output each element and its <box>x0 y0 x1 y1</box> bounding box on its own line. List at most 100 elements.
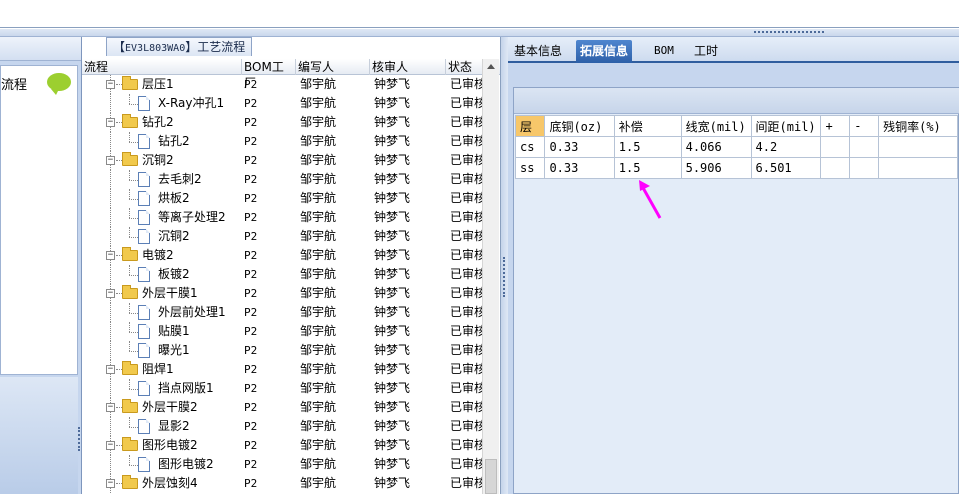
col-header-checker[interactable]: 核审人 <box>370 59 446 75</box>
tree-step-row[interactable]: 图形电镀2 P2 邹宇航 钟梦飞 已审核 <box>82 455 482 474</box>
grid-col-residual-copper[interactable]: 残铜率(%) <box>878 115 958 137</box>
detail-tabs: 基本信息 拓展信息 BOM 工时 <box>508 31 959 63</box>
grid-col-layer[interactable]: 层 <box>514 115 546 137</box>
document-icon <box>138 172 150 187</box>
tree-folder-row[interactable]: − 沉铜2 P2 邹宇航 钟梦飞 已审核 <box>82 151 482 170</box>
document-icon <box>138 210 150 225</box>
scroll-up-arrow-icon[interactable] <box>487 64 495 69</box>
col-header-bom[interactable]: BOM工厂 <box>242 59 296 90</box>
main-splitter[interactable] <box>500 37 508 494</box>
tree-folder-row[interactable]: − 外层干膜2 P2 邹宇航 钟梦飞 已审核 <box>82 398 482 417</box>
left-splitter-grip[interactable] <box>78 427 81 451</box>
tree-cell-state: 已审核 <box>450 115 482 129</box>
tree-guide-line <box>129 170 130 180</box>
scroll-thumb[interactable] <box>485 459 497 494</box>
tree-cell-bom: P2 <box>244 477 258 490</box>
grid-col-minus[interactable]: - <box>849 115 880 137</box>
grid-cell[interactable]: 5.906 <box>680 157 752 179</box>
tree-step-row[interactable]: 挡点网版1 P2 邹宇航 钟梦飞 已审核 <box>82 379 482 398</box>
collapse-toggle-icon[interactable]: − <box>106 365 115 374</box>
splitter-grip[interactable] <box>503 257 506 297</box>
tree-cell-checker: 钟梦飞 <box>374 77 411 91</box>
tree-cell-checker: 钟梦飞 <box>374 286 411 300</box>
tree-step-row[interactable]: 等离子处理2 P2 邹宇航 钟梦飞 已审核 <box>82 208 482 227</box>
tab-basic-info[interactable]: 基本信息 <box>510 40 566 63</box>
pointer-arrow-icon <box>639 180 662 219</box>
collapse-toggle-icon[interactable]: − <box>106 441 115 450</box>
tree-node-label: 挡点网版1 <box>158 381 214 395</box>
process-flow-tab[interactable]: 【EV3L803WA0】工艺流程 <box>106 37 253 56</box>
tree-cell-checker: 钟梦飞 <box>374 457 411 471</box>
tree-step-row[interactable]: 沉铜2 P2 邹宇航 钟梦飞 已审核 <box>82 227 482 246</box>
tree-node-label: 烘板2 <box>158 191 190 205</box>
grid-cell[interactable]: 4.2 <box>750 136 822 158</box>
tree-step-row[interactable]: 外层前处理1 P2 邹宇航 钟梦飞 已审核 <box>82 303 482 322</box>
collapse-toggle-icon[interactable]: − <box>106 156 115 165</box>
grid-cell[interactable]: ss <box>514 157 546 179</box>
tree-scrollbar[interactable] <box>482 59 499 494</box>
grid-cell[interactable] <box>878 157 958 179</box>
grid-cell[interactable]: 0.33 <box>544 157 615 179</box>
collapse-toggle-icon[interactable]: − <box>106 80 115 89</box>
grid-cell[interactable]: 1.5 <box>613 157 682 179</box>
tree-step-row[interactable]: 贴膜1 P2 邹宇航 钟梦飞 已审核 <box>82 322 482 341</box>
tree-cell-state: 已审核 <box>450 400 482 414</box>
collapse-toggle-icon[interactable]: − <box>106 479 115 488</box>
tree-folder-row[interactable]: − 阻焊1 P2 邹宇航 钟梦飞 已审核 <box>82 360 482 379</box>
tree-cell-checker: 钟梦飞 <box>374 438 411 452</box>
collapse-toggle-icon[interactable]: − <box>106 289 115 298</box>
folder-icon <box>122 361 138 375</box>
tree-node-label: 去毛刺2 <box>158 172 202 186</box>
grid-cell[interactable] <box>820 157 851 179</box>
grid-cell[interactable]: 0.33 <box>544 136 615 158</box>
grid-cell[interactable]: 4.066 <box>680 136 752 158</box>
tree-folder-row[interactable]: − 图形电镀2 P2 邹宇航 钟梦飞 已审核 <box>82 436 482 455</box>
tree-cell-state: 已审核 <box>450 210 482 224</box>
collapse-toggle-icon[interactable]: − <box>106 403 115 412</box>
grid-cell[interactable]: 6.501 <box>750 157 822 179</box>
grid-cell[interactable] <box>849 136 880 158</box>
tree-step-row[interactable]: 钻孔2 P2 邹宇航 钟梦飞 已审核 <box>82 132 482 151</box>
tree-cell-bom: P2 <box>244 401 258 414</box>
tree-step-row[interactable]: 显影2 P2 邹宇航 钟梦飞 已审核 <box>82 417 482 436</box>
tree-step-row[interactable]: 曝光1 P2 邹宇航 钟梦飞 已审核 <box>82 341 482 360</box>
grid-cell[interactable] <box>878 136 958 158</box>
grid-cell[interactable]: 1.5 <box>613 136 682 158</box>
grid-row[interactable]: ss 0.33 1.5 5.906 6.501 <box>514 157 958 179</box>
grid-col-compensation[interactable]: 补偿 <box>613 115 682 137</box>
tab-extended-info[interactable]: 拓展信息 <box>576 40 633 63</box>
tree-step-row[interactable]: X-Ray冲孔1 P2 邹宇航 钟梦飞 已审核 <box>82 94 482 113</box>
col-header-flow[interactable]: 流程 <box>82 59 242 75</box>
grid-col-plus[interactable]: + <box>820 115 851 137</box>
col-header-state[interactable]: 状态 <box>446 59 482 75</box>
grid-cell[interactable] <box>820 136 851 158</box>
tree-cell-checker: 钟梦飞 <box>374 419 411 433</box>
grid-col-line-width[interactable]: 线宽(mil) <box>680 115 752 137</box>
chat-bubble-icon[interactable] <box>47 73 71 95</box>
tree-step-row[interactable]: 烘板2 P2 邹宇航 钟梦飞 已审核 <box>82 189 482 208</box>
grid-row[interactable]: cs 0.33 1.5 4.066 4.2 <box>514 136 958 158</box>
collapse-toggle-icon[interactable]: − <box>106 251 115 260</box>
col-header-writer[interactable]: 编写人 <box>296 59 370 75</box>
tab-work-hours[interactable]: 工时 <box>690 40 722 63</box>
tree-step-row[interactable]: 去毛刺2 P2 邹宇航 钟梦飞 已审核 <box>82 170 482 189</box>
tree-folder-row[interactable]: − 层压1 P2 邹宇航 钟梦飞 已审核 <box>82 75 482 94</box>
tree-folder-row[interactable]: − 电镀2 P2 邹宇航 钟梦飞 已审核 <box>82 246 482 265</box>
tree-guide-line <box>129 417 130 427</box>
tab-bom[interactable]: BOM <box>650 40 678 63</box>
tree-cell-writer: 邹宇航 <box>300 438 337 452</box>
grid-cell[interactable]: cs <box>514 136 546 158</box>
document-icon <box>138 324 150 339</box>
tree-cell-bom: P2 <box>244 382 258 395</box>
grid-cell[interactable] <box>849 157 880 179</box>
tree-step-row[interactable]: 板镀2 P2 邹宇航 钟梦飞 已审核 <box>82 265 482 284</box>
tree-folder-row[interactable]: − 外层蚀刻4 P2 邹宇航 钟梦飞 已审核 <box>82 474 482 493</box>
tree-folder-row[interactable]: − 外层干膜1 P2 邹宇航 钟梦飞 已审核 <box>82 284 482 303</box>
tree-branch-line <box>129 180 138 181</box>
flow-box[interactable]: 流程 <box>0 65 78 375</box>
grid-col-spacing[interactable]: 间距(mil) <box>750 115 822 137</box>
tree-folder-row[interactable]: − 钻孔2 P2 邹宇航 钟梦飞 已审核 <box>82 113 482 132</box>
grid-col-base-copper[interactable]: 底铜(oz) <box>544 115 615 137</box>
tree-cell-writer: 邹宇航 <box>300 172 337 186</box>
collapse-toggle-icon[interactable]: − <box>106 118 115 127</box>
